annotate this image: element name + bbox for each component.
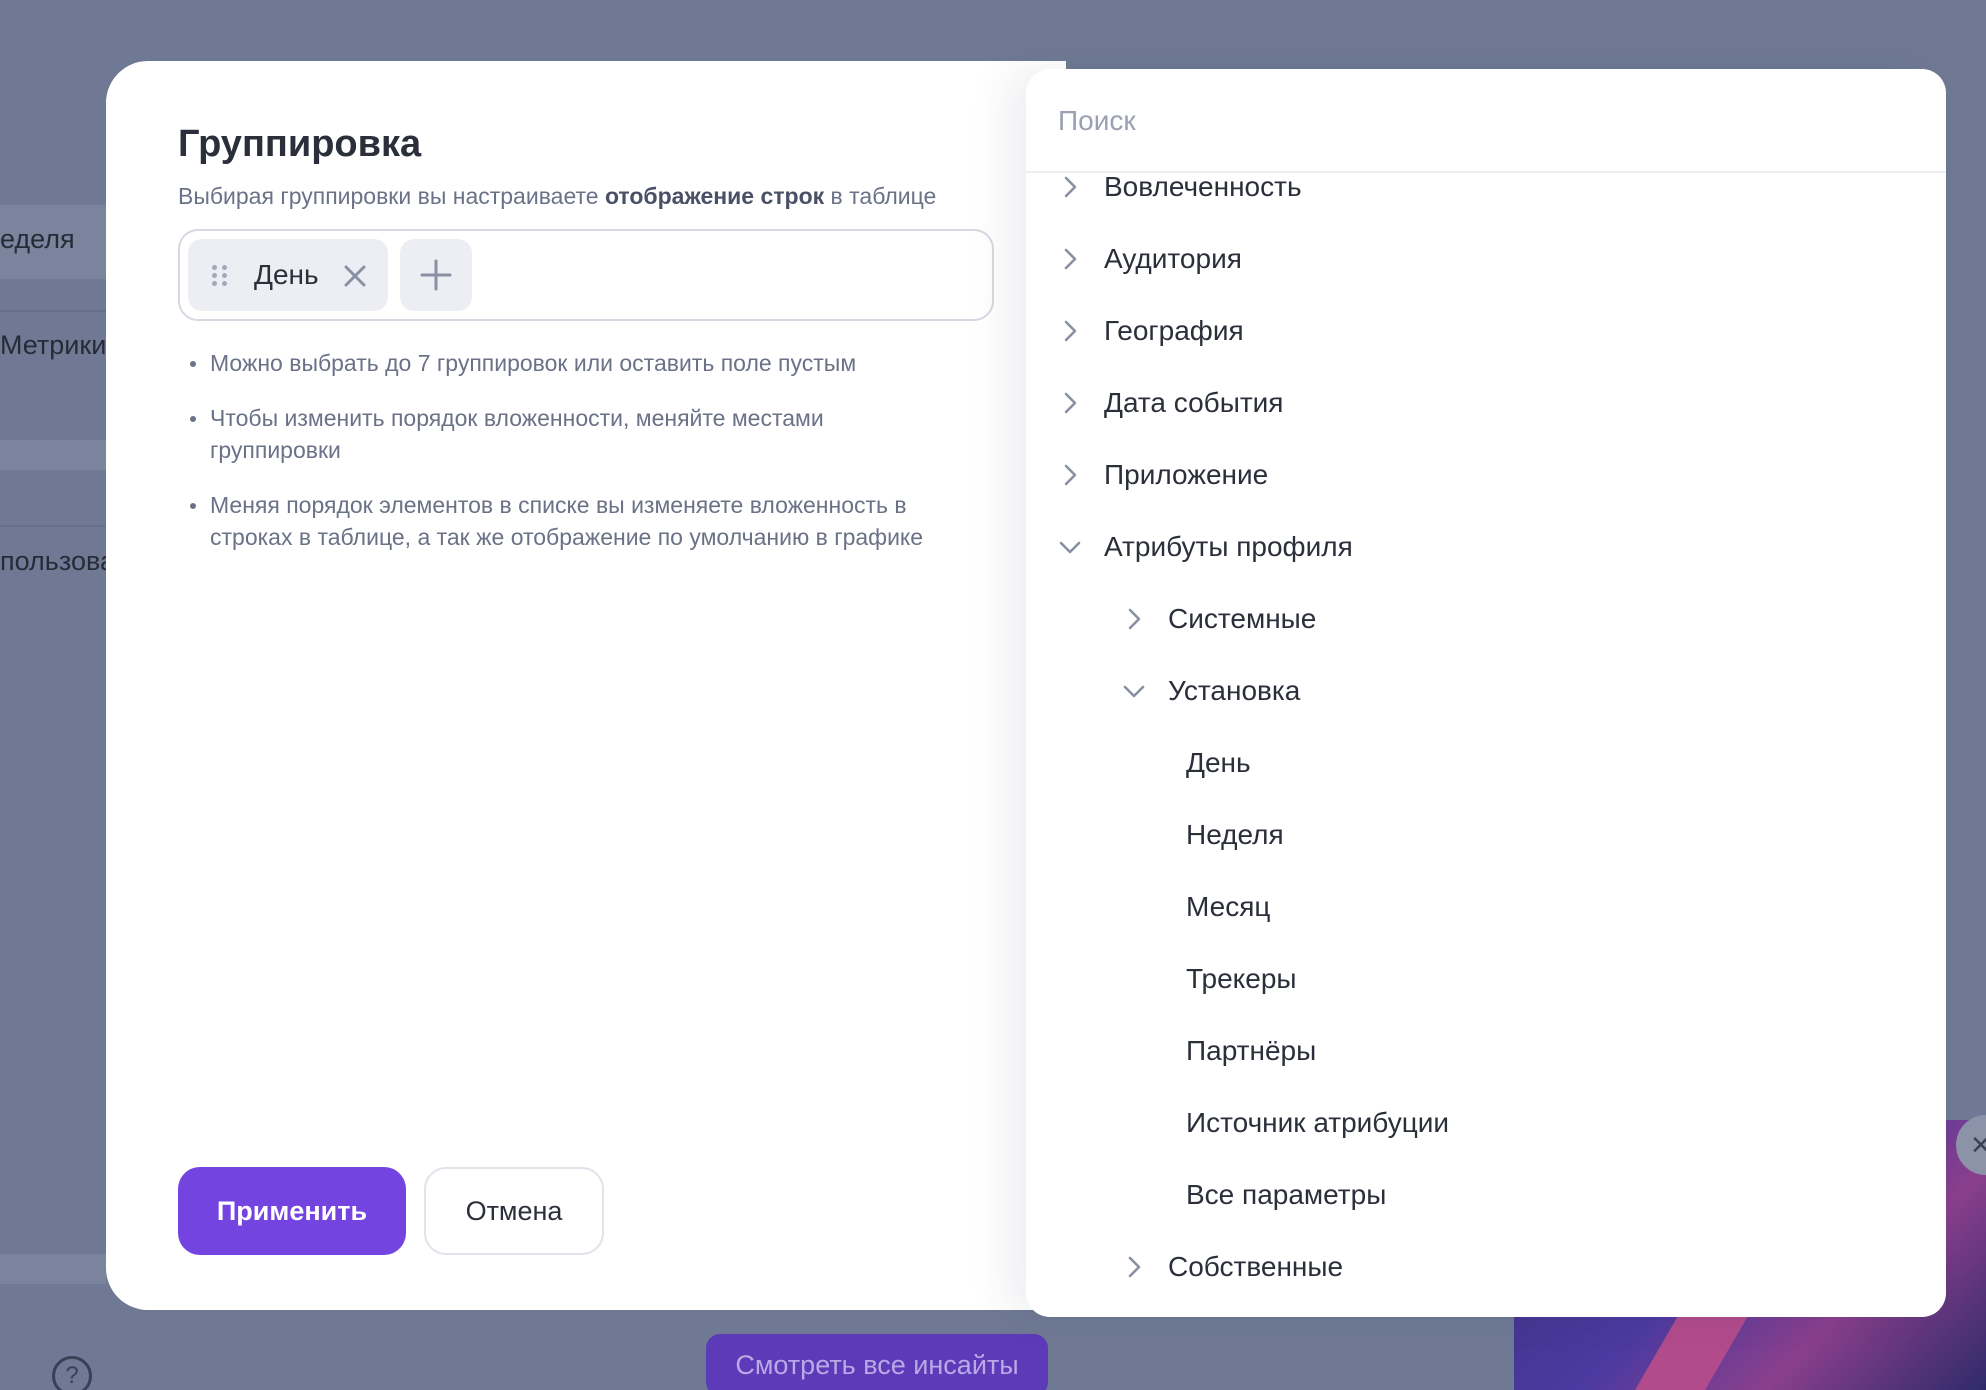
bg-item-week: еделя (0, 224, 75, 254)
chevron-right-icon[interactable] (1058, 463, 1082, 487)
tree-item[interactable]: Приложение (1058, 447, 1268, 503)
cancel-button[interactable]: Отмена (424, 1167, 604, 1255)
subtitle-text-end: в таблице (824, 183, 937, 209)
tree-item[interactable]: Атрибуты профиля (1058, 519, 1353, 575)
bg-row (0, 1254, 106, 1284)
tree-item-label: Аудитория (1104, 243, 1242, 274)
hint-item: Можно выбрать до 7 группировок или остав… (178, 347, 998, 379)
tree-item[interactable]: Системные (1122, 591, 1316, 647)
bg-item-metrics: Метрики (0, 330, 107, 360)
drag-handle-icon[interactable] (212, 265, 230, 287)
tree-item[interactable]: Собственные (1122, 1239, 1343, 1295)
tree-item[interactable]: Трекеры (1186, 951, 1297, 1007)
add-grouping-button[interactable] (400, 239, 472, 311)
tree-item-label: Трекеры (1186, 963, 1297, 994)
tree-item-label: Системные (1168, 603, 1317, 634)
tree-item-label: Неделя (1186, 819, 1284, 850)
tree-item[interactable]: Источник атрибуции (1186, 1095, 1449, 1151)
chevron-down-icon[interactable] (1122, 679, 1146, 703)
tree-item-label: Источник атрибуции (1186, 1107, 1450, 1138)
modal-subtitle: Выбирая группировки вы настраиваете отоб… (178, 183, 936, 210)
grouping-chip-field[interactable]: День (178, 229, 994, 321)
tree-item[interactable]: Партнёры (1186, 1023, 1316, 1079)
tree-item-label: Партнёры (1186, 1035, 1317, 1066)
bg-divider (0, 525, 106, 527)
tree-item[interactable]: Аудитория (1058, 231, 1242, 287)
help-icon: ? (52, 1356, 92, 1390)
modal-title: Группировка (178, 123, 422, 165)
search-input[interactable] (1058, 99, 1898, 143)
tree-item-label: День (1186, 747, 1251, 778)
tree-item[interactable]: Неделя (1186, 807, 1284, 863)
tree-item[interactable]: Месяц (1186, 879, 1270, 935)
tree-item[interactable]: Вовлеченность (1058, 159, 1302, 215)
tree-item[interactable]: Дата события (1058, 375, 1283, 431)
chevron-right-icon[interactable] (1058, 319, 1082, 343)
subtitle-text-start: Выбирая группировки вы настраиваете (178, 183, 605, 209)
apply-button[interactable]: Применить (178, 1167, 406, 1255)
tree-item[interactable]: Все параметры (1186, 1167, 1386, 1223)
search-bar (1026, 69, 1946, 173)
dimension-picker: Вовлеченность Аудитория География Дата собы… (1026, 69, 1946, 1317)
chevron-down-icon[interactable] (1058, 535, 1082, 559)
subtitle-bold: отображение строк (604, 183, 825, 209)
chevron-right-icon[interactable] (1058, 247, 1082, 271)
hint-item: Меняя порядок элементов в списке вы изме… (178, 489, 978, 553)
tree-item-label: Вовлеченность (1104, 171, 1302, 202)
bg-divider (0, 310, 106, 312)
tree-item-label: Приложение (1104, 459, 1269, 490)
tree-item-label: Дата события (1104, 387, 1284, 418)
tree-item-label: Установка (1168, 675, 1301, 706)
hints-list: Можно выбрать до 7 группировок или остав… (178, 347, 998, 576)
bg-row (0, 440, 106, 470)
chip-label: День (254, 259, 319, 290)
hint-item: Чтобы изменить порядок вложенности, меня… (178, 402, 898, 466)
tree-item-label: География (1104, 315, 1244, 346)
tree-item-label: Собственные (1168, 1251, 1344, 1282)
chevron-right-icon[interactable] (1122, 607, 1146, 631)
remove-chip-icon[interactable] (340, 261, 370, 291)
grouping-modal: Группировка Выбирая группировки вы настр… (106, 61, 1066, 1310)
insights-button: Смотреть все инсайты (706, 1334, 1048, 1390)
tree-item-label: Месяц (1186, 891, 1271, 922)
tree-item[interactable]: Установка (1122, 663, 1300, 719)
chevron-right-icon[interactable] (1122, 1255, 1146, 1279)
tree-item-label: Все параметры (1186, 1179, 1387, 1210)
grouping-chip[interactable]: День (188, 239, 388, 311)
tree-item-label: Атрибуты профиля (1104, 531, 1353, 562)
chevron-right-icon[interactable] (1058, 391, 1082, 415)
plus-icon (420, 259, 452, 291)
tree-item[interactable]: География (1058, 303, 1244, 359)
bg-item-users: пользова (0, 546, 116, 576)
tree-item[interactable]: День (1186, 735, 1251, 791)
chevron-right-icon[interactable] (1058, 175, 1082, 199)
